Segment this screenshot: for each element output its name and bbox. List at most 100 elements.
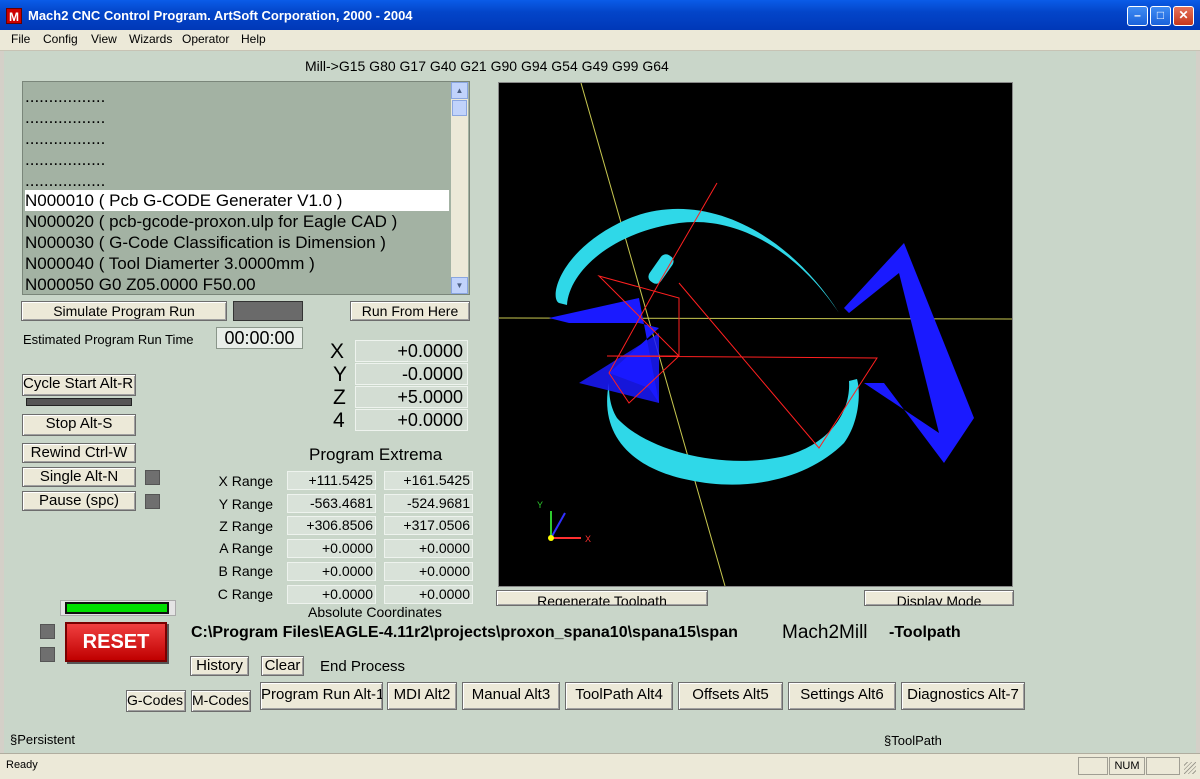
- dro-axis-label: 4: [333, 409, 345, 432]
- dro-z-value[interactable]: +5.0000: [355, 386, 468, 408]
- extrema-max: +161.5425: [384, 471, 473, 490]
- menu-help[interactable]: Help: [241, 32, 266, 46]
- scroll-down-icon[interactable]: ▼: [451, 277, 468, 294]
- axis-triad-origin: [548, 535, 554, 541]
- reset-status-led: [65, 602, 169, 614]
- dro-axis-label: X: [330, 340, 345, 363]
- simulate-led: [233, 301, 303, 321]
- single-step-button[interactable]: Single Alt-N: [22, 467, 136, 487]
- run-from-here-button[interactable]: Run From Here: [350, 301, 470, 321]
- gcodes-button[interactable]: G-Codes: [126, 690, 186, 712]
- dro-4-value[interactable]: +0.0000: [355, 409, 468, 431]
- app-icon[interactable]: M: [6, 8, 22, 24]
- persistent-label: §Persistent: [10, 732, 76, 747]
- gcode-line: N000050 G0 Z05.0000 F50.00: [25, 275, 256, 294]
- status-pane-caps: [1078, 757, 1108, 775]
- toolpath-ring-upper: [555, 208, 839, 313]
- window-title: Mach2 CNC Control Program. ArtSoft Corpo…: [28, 8, 413, 23]
- gcode-line: N000040 ( Tool Diamerter 3.0000mm ): [25, 254, 315, 273]
- dro-axis-label: Z: [333, 386, 346, 409]
- dro-x-value[interactable]: +0.0000: [355, 340, 468, 362]
- simulate-program-run-button[interactable]: Simulate Program Run: [21, 301, 227, 321]
- resize-grip-icon[interactable]: [1184, 762, 1196, 774]
- minimize-button[interactable]: –: [1127, 6, 1148, 26]
- coordinates-mode-label: Absolute Coordinates: [308, 604, 442, 620]
- extrema-max: +317.0506: [384, 516, 473, 535]
- extrema-label: B Range: [218, 563, 273, 579]
- status-bar: Ready NUM: [0, 753, 1200, 779]
- menu-bar: File Config View Wizards Operator Help: [0, 30, 1200, 51]
- maximize-button[interactable]: □: [1150, 6, 1171, 26]
- gcode-line: .................: [25, 150, 106, 169]
- extrema-min: +111.5425: [287, 471, 376, 490]
- regenerate-toolpath-button[interactable]: Regenerate Toolpath: [496, 590, 708, 606]
- stop-button[interactable]: Stop Alt-S: [22, 414, 136, 436]
- dro-y-value[interactable]: -0.0000: [355, 363, 468, 385]
- scroll-up-icon[interactable]: ▲: [451, 82, 468, 99]
- tab-mdi[interactable]: MDI Alt2: [387, 682, 457, 710]
- gcode-scrollbar[interactable]: ▲ ▼: [451, 82, 468, 294]
- profile-name: Mach2Mill: [782, 622, 868, 643]
- menu-file[interactable]: File: [11, 32, 30, 46]
- tab-diagnostics[interactable]: Diagnostics Alt-7: [901, 682, 1025, 710]
- extrema-label: Z Range: [219, 518, 273, 534]
- run-time-label: Estimated Program Run Time: [23, 332, 194, 347]
- toolpath-blue-mid: [579, 333, 659, 403]
- error-status-text: End Process: [320, 658, 406, 675]
- axis-triad-z: [550, 512, 566, 539]
- cycle-start-led: [26, 398, 132, 406]
- extrema-min: +0.0000: [287, 539, 376, 558]
- display-mode-button[interactable]: Display Mode: [864, 590, 1014, 606]
- toolpath-y-axis-line: [580, 83, 726, 586]
- extrema-max: +0.0000: [384, 585, 473, 604]
- toolpath-blue-right: [844, 243, 974, 463]
- clear-button[interactable]: Clear: [261, 656, 304, 676]
- mcodes-button[interactable]: M-Codes: [191, 690, 251, 712]
- pause-button[interactable]: Pause (spc): [22, 491, 136, 511]
- pause-led: [145, 494, 160, 509]
- extrema-max: -524.9681: [384, 494, 473, 513]
- toolpath-display[interactable]: X Y: [498, 82, 1013, 587]
- extrema-label: A Range: [219, 540, 273, 556]
- extrema-title: Program Extrema: [309, 445, 443, 464]
- menu-view[interactable]: View: [91, 32, 117, 46]
- menu-operator[interactable]: Operator: [182, 32, 229, 46]
- reset-aux-led-2: [40, 647, 55, 662]
- extrema-min: +306.8506: [287, 516, 376, 535]
- extrema-label: Y Range: [218, 496, 273, 512]
- reset-led-frame: [60, 600, 176, 616]
- status-pane-scrl: [1146, 757, 1180, 775]
- modal-state-line: Mill->G15 G80 G17 G40 G21 G90 G94 G54 G4…: [305, 58, 669, 74]
- axis-triad-x-label: X: [585, 534, 591, 544]
- toolpath-canvas: X Y: [499, 83, 1012, 586]
- tab-manual[interactable]: Manual Alt3: [462, 682, 560, 710]
- tab-toolpath[interactable]: ToolPath Alt4: [565, 682, 673, 710]
- extrema-min: +0.0000: [287, 562, 376, 581]
- extrema-min: -563.4681: [287, 494, 376, 513]
- single-step-led: [145, 470, 160, 485]
- extrema-label: X Range: [218, 473, 273, 489]
- menu-wizards[interactable]: Wizards: [129, 32, 172, 46]
- toolpath-screen-label: §ToolPath: [884, 733, 942, 748]
- tab-program-run[interactable]: Program Run Alt-1: [260, 682, 383, 710]
- scroll-thumb[interactable]: [452, 100, 467, 116]
- toolpath-tool-marker: [648, 254, 674, 284]
- close-button[interactable]: ✕: [1173, 6, 1194, 26]
- menu-config[interactable]: Config: [43, 32, 78, 46]
- gcode-line: .................: [25, 129, 106, 148]
- history-button[interactable]: History: [190, 656, 249, 676]
- status-ready: Ready: [6, 759, 38, 771]
- cycle-start-button[interactable]: Cycle Start Alt-R: [22, 374, 136, 396]
- reset-button[interactable]: RESET: [65, 622, 167, 662]
- rewind-button[interactable]: Rewind Ctrl-W: [22, 443, 136, 463]
- dro-axis-label: Y: [333, 363, 348, 386]
- gcode-listing[interactable]: ................. ................. ....…: [22, 81, 470, 295]
- screen-name: -Toolpath: [889, 624, 961, 641]
- gcode-line: .................: [25, 87, 106, 106]
- tab-offsets[interactable]: Offsets Alt5: [678, 682, 783, 710]
- extrema-max: +0.0000: [384, 562, 473, 581]
- loaded-file-path: C:\Program Files\EAGLE-4.11r2\projects\p…: [191, 624, 738, 641]
- tab-settings[interactable]: Settings Alt6: [788, 682, 896, 710]
- extrema-min: +0.0000: [287, 585, 376, 604]
- axis-triad-y-label: Y: [537, 500, 543, 510]
